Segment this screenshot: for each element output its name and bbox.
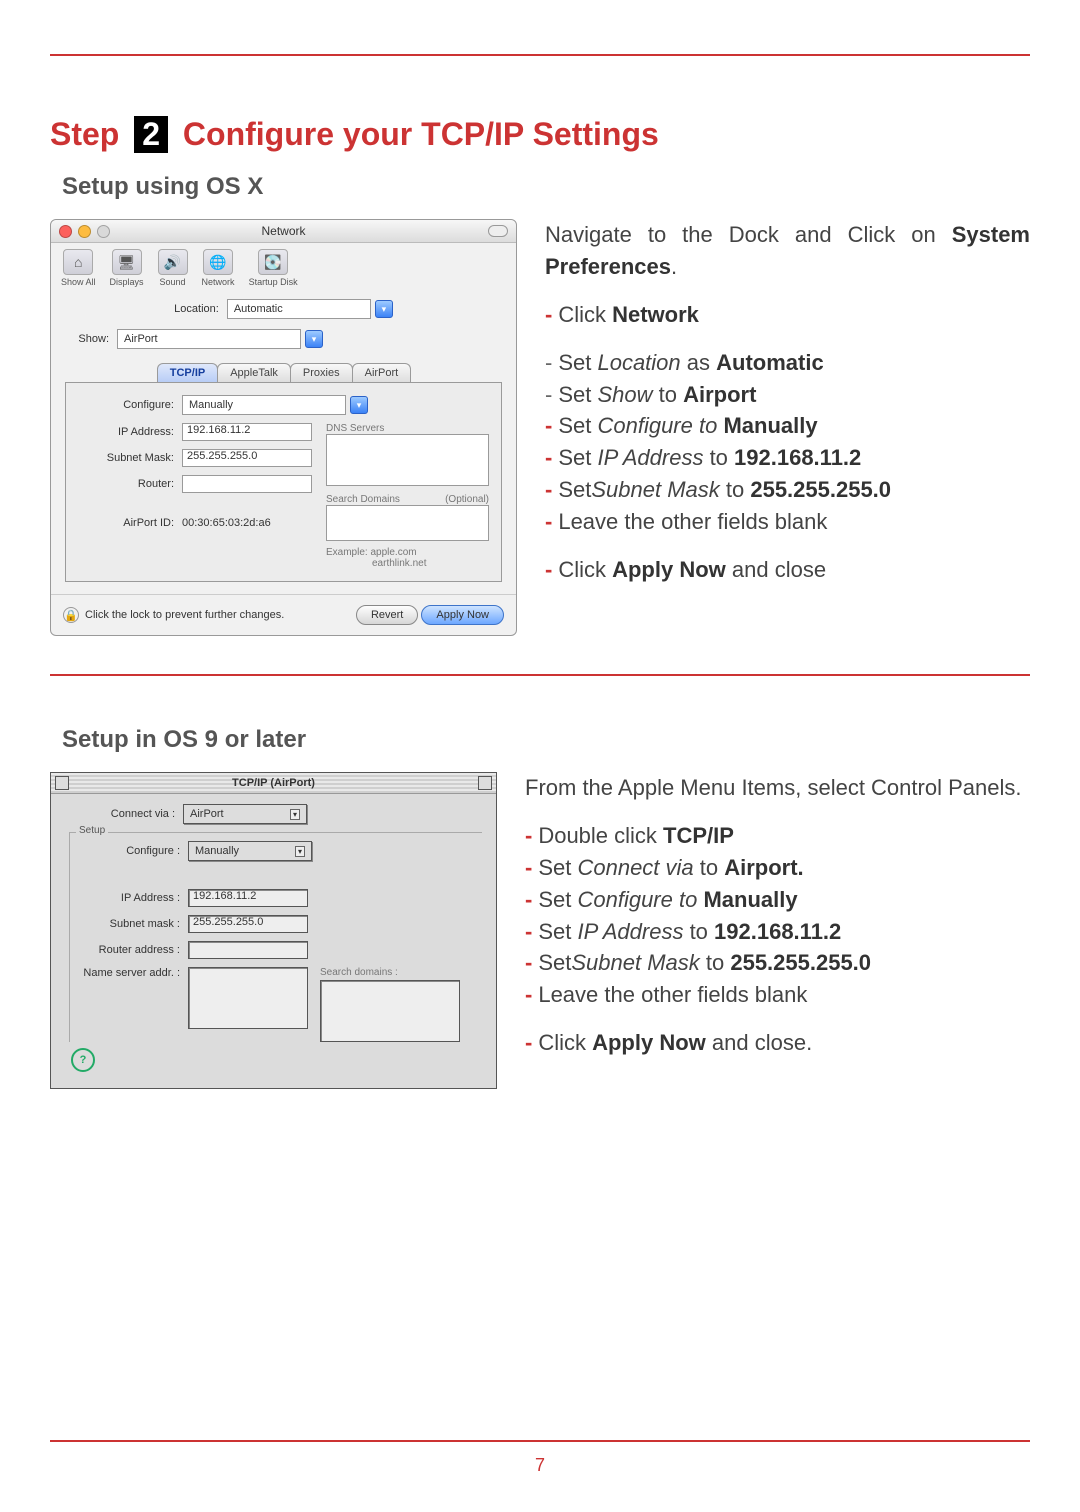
example-value2: earthlink.net	[372, 558, 489, 569]
configure-label: Configure :	[70, 845, 180, 857]
connectvia-select[interactable]: AirPort▾	[183, 804, 307, 824]
toolbar-sound[interactable]: 🔊Sound	[158, 249, 188, 287]
subnet-input[interactable]: 255.255.255.0	[188, 915, 308, 933]
router-input[interactable]	[188, 941, 308, 959]
show-select[interactable]: AirPort	[117, 329, 301, 349]
configure-label: Configure:	[78, 399, 174, 411]
airportid-value: 00:30:65:03:2d:a6	[182, 517, 271, 529]
toolbar-toggle-icon[interactable]	[488, 225, 508, 237]
configure-select[interactable]: Manually	[182, 395, 346, 415]
toolbar: ⌂Show All 🖥Displays 🔊Sound 🌐Network 💽Sta…	[51, 243, 516, 289]
nameserver-label: Name server addr. :	[70, 967, 180, 979]
step-title: Configure your TCP/IP Settings	[183, 116, 659, 152]
tab-proxies[interactable]: Proxies	[290, 363, 353, 382]
window-title: Network	[51, 224, 516, 238]
subnet-label: Subnet mask :	[70, 918, 180, 930]
subheading-osx: Setup using OS X	[62, 173, 1030, 201]
example-label: Example:	[326, 547, 368, 558]
dns-label: DNS Servers	[326, 423, 489, 434]
location-select[interactable]: Automatic	[227, 299, 371, 319]
dropdown-icon[interactable]: ▾	[375, 300, 393, 318]
tab-bar: TCP/IP AppleTalk Proxies AirPort	[65, 363, 502, 382]
router-input[interactable]	[182, 475, 312, 493]
router-label: Router:	[78, 478, 174, 490]
toolbar-showall[interactable]: ⌂Show All	[61, 249, 96, 287]
window-title: TCP/IP (AirPort)	[232, 777, 315, 789]
page-number: 7	[0, 1455, 1080, 1476]
searchdomains-label: Search Domains	[326, 494, 400, 505]
searchdomains-input[interactable]	[320, 980, 460, 1042]
sd-label: Search domains :	[320, 967, 460, 978]
subnet-label: Subnet Mask:	[78, 452, 174, 464]
dns-input[interactable]	[326, 434, 489, 486]
subnet-input[interactable]: 255.255.255.0	[182, 449, 312, 467]
location-label: Location:	[174, 303, 219, 315]
setup-legend: Setup	[76, 825, 108, 836]
tab-tcpip[interactable]: TCP/IP	[157, 363, 218, 382]
nameserver-input[interactable]	[188, 967, 308, 1029]
top-divider	[50, 54, 1030, 56]
lock-text: Click the lock to prevent further change…	[85, 609, 284, 621]
help-icon[interactable]: ?	[71, 1048, 95, 1072]
ip-label: IP Address :	[70, 892, 180, 904]
dropdown-icon[interactable]: ▾	[350, 396, 368, 414]
router-label: Router address :	[70, 944, 180, 956]
toolbar-network[interactable]: 🌐Network	[202, 249, 235, 287]
ip-input[interactable]: 192.168.11.2	[188, 889, 308, 907]
window-titlebar: TCP/IP (AirPort)	[51, 773, 496, 794]
searchdomains-input[interactable]	[326, 505, 489, 541]
step-number: 2	[134, 116, 168, 153]
apply-now-button[interactable]: Apply Now	[421, 605, 504, 625]
configure-select[interactable]: Manually▾	[188, 841, 312, 861]
revert-button[interactable]: Revert	[356, 605, 418, 625]
connectvia-label: Connect via :	[65, 808, 175, 820]
optional-hint: (Optional)	[445, 494, 489, 505]
dropdown-icon: ▾	[290, 809, 300, 820]
dropdown-icon: ▾	[295, 846, 305, 857]
collapse-icon[interactable]	[478, 776, 492, 790]
toolbar-startupdisk[interactable]: 💽Startup Disk	[249, 249, 298, 287]
bottom-divider	[50, 1440, 1030, 1442]
show-label: Show:	[65, 333, 109, 345]
dropdown-icon[interactable]: ▾	[305, 330, 323, 348]
ip-label: IP Address:	[78, 426, 174, 438]
osx-network-window: Network ⌂Show All 🖥Displays 🔊Sound 🌐Netw…	[50, 219, 517, 636]
tab-pane: Configure: Manually ▾ IP Address: 192.168…	[65, 382, 502, 582]
os9-instructions: From the Apple Menu Items, select Contro…	[525, 772, 1030, 1075]
subheading-os9: Setup in OS 9 or later	[62, 726, 1030, 754]
airportid-label: AirPort ID:	[78, 517, 174, 529]
window-titlebar: Network	[51, 220, 516, 243]
close-icon[interactable]	[55, 776, 69, 790]
tab-airport[interactable]: AirPort	[352, 363, 412, 382]
os9-tcpip-window: TCP/IP (AirPort) Connect via : AirPort▾ …	[50, 772, 497, 1089]
lock-icon[interactable]: 🔒	[63, 607, 79, 623]
step-heading: Step 2 Configure your TCP/IP Settings	[50, 116, 1030, 153]
ip-input[interactable]: 192.168.11.2	[182, 423, 312, 441]
mid-divider	[50, 674, 1030, 676]
osx-instructions: Navigate to the Dock and Click on System…	[545, 219, 1030, 602]
toolbar-displays[interactable]: 🖥Displays	[110, 249, 144, 287]
step-prefix: Step	[50, 116, 119, 152]
tab-appletalk[interactable]: AppleTalk	[217, 363, 291, 382]
